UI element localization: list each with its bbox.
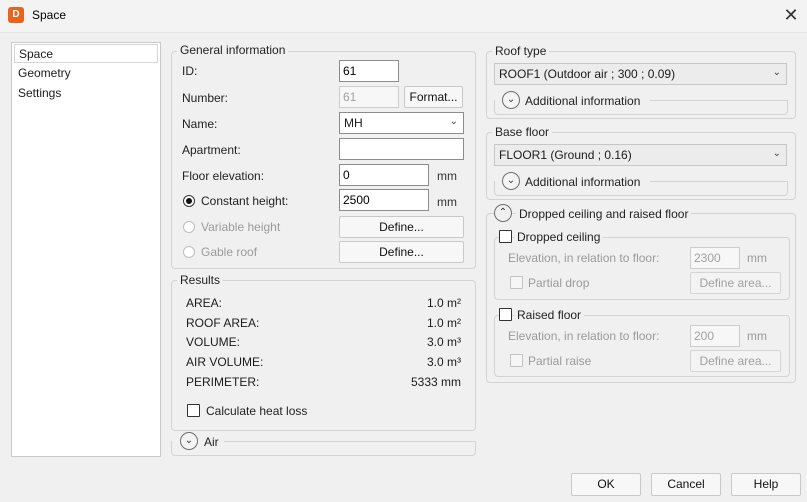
name-select-value: MH: [344, 116, 363, 130]
ok-button[interactable]: OK: [571, 473, 641, 496]
gable-roof-define-button[interactable]: Define...: [339, 241, 464, 263]
nav-list: Space Geometry Settings: [11, 42, 161, 457]
constant-height-unit: mm: [437, 195, 457, 209]
gable-roof-radio[interactable]: [183, 246, 195, 258]
floor-elevation-label: Floor elevation:: [182, 169, 265, 183]
chevron-down-icon[interactable]: ⌄: [180, 432, 198, 450]
variable-height-define-button[interactable]: Define...: [339, 216, 464, 238]
raised-floor-checkbox[interactable]: [499, 308, 512, 321]
area-label: AREA:: [186, 296, 223, 310]
partial-drop-label: Partial drop: [528, 276, 590, 290]
chevron-down-icon[interactable]: ⌄: [502, 172, 520, 190]
chevron-down-icon[interactable]: ⌄: [502, 91, 520, 109]
partial-raise-checkbox[interactable]: [510, 354, 523, 367]
dropped-raised-header: Dropped ceiling and raised floor: [516, 207, 692, 221]
roof-area-value: 1.0 m²: [426, 316, 461, 330]
help-button[interactable]: Help: [731, 473, 801, 496]
perimeter-value: 5333 mm: [410, 375, 461, 389]
title-bar: D Space ✕: [0, 0, 807, 32]
window-title: Space: [32, 8, 67, 22]
air-volume-label: AIR VOLUME:: [186, 355, 264, 369]
partial-drop-checkbox[interactable]: [510, 276, 523, 289]
results-legend: Results: [177, 273, 224, 287]
air-label: Air: [204, 435, 219, 449]
volume-label: VOLUME:: [186, 335, 241, 349]
app-icon: D: [8, 7, 24, 23]
number-label: Number:: [182, 91, 229, 105]
air-separator: [224, 441, 476, 442]
floor-elevation-input[interactable]: 0: [339, 164, 429, 186]
area-value: 1.0 m²: [426, 296, 461, 310]
format-button[interactable]: Format...: [404, 86, 463, 108]
base-additional-info-label: Additional information: [525, 175, 641, 189]
ceiling-elevation-input: 2300: [690, 247, 740, 269]
chevron-up-icon[interactable]: ⌃: [494, 204, 512, 222]
nav-item-settings[interactable]: Settings: [14, 84, 158, 103]
floor-elevation-raised-label: Elevation, in relation to floor:: [508, 329, 660, 343]
raised-floor-label: Raised floor: [514, 308, 585, 322]
close-icon[interactable]: ✕: [778, 3, 804, 27]
dropped-ceiling-checkbox[interactable]: [499, 230, 512, 243]
variable-height-label: Variable height: [201, 220, 281, 234]
nav-item-space[interactable]: Space: [14, 44, 158, 63]
general-information-legend: General information: [177, 43, 289, 57]
base-floor-legend: Base floor: [492, 125, 553, 139]
raised-elevation-input: 200: [690, 325, 740, 347]
ceiling-elevation-unit: mm: [747, 251, 767, 265]
roof-area-label: ROOF AREA:: [186, 316, 260, 330]
id-label: ID:: [182, 64, 198, 78]
perimeter-label: PERIMETER:: [186, 375, 260, 389]
nav-item-geometry[interactable]: Geometry: [14, 64, 158, 83]
apartment-input[interactable]: [339, 138, 464, 160]
floor-elevation-unit: mm: [437, 169, 457, 183]
raised-define-area-button[interactable]: Define area...: [690, 350, 781, 372]
base-floor-value: FLOOR1 (Ground ; 0.16): [499, 148, 632, 162]
raised-elevation-unit: mm: [747, 329, 767, 343]
name-select[interactable]: MH ⌄: [339, 112, 464, 134]
roof-additional-info-label: Additional information: [525, 94, 641, 108]
constant-height-input[interactable]: 2500: [339, 189, 429, 211]
chevron-down-icon: ⌄: [772, 67, 781, 78]
ceiling-define-area-button[interactable]: Define area...: [690, 272, 781, 294]
roof-type-value: ROOF1 (Outdoor air ; 300 ; 0.09): [499, 67, 676, 81]
dropped-ceiling-label: Dropped ceiling: [514, 230, 604, 244]
chevron-down-icon: ⌄: [772, 148, 781, 159]
roof-type-legend: Roof type: [492, 44, 550, 58]
apartment-label: Apartment:: [182, 143, 241, 157]
air-volume-value: 3.0 m³: [426, 355, 461, 369]
volume-value: 3.0 m³: [426, 335, 461, 349]
variable-height-radio[interactable]: [183, 221, 195, 233]
constant-height-label: Constant height:: [201, 194, 289, 208]
number-input: 61: [339, 86, 399, 108]
ceiling-elevation-label: Elevation, in relation to floor:: [508, 251, 660, 265]
calculate-heat-loss-label: Calculate heat loss: [206, 404, 308, 418]
roof-type-select[interactable]: ROOF1 (Outdoor air ; 300 ; 0.09) ⌄: [494, 63, 787, 85]
cancel-button[interactable]: Cancel: [651, 473, 721, 496]
chevron-down-icon: ⌄: [449, 116, 458, 127]
constant-height-radio[interactable]: [183, 195, 195, 207]
gable-roof-label: Gable roof: [201, 245, 258, 259]
base-floor-select[interactable]: FLOOR1 (Ground ; 0.16) ⌄: [494, 144, 787, 166]
partial-raise-label: Partial raise: [528, 354, 592, 368]
id-input[interactable]: 61: [339, 60, 399, 82]
calculate-heat-loss-checkbox[interactable]: [187, 404, 200, 417]
name-label: Name:: [182, 117, 218, 131]
